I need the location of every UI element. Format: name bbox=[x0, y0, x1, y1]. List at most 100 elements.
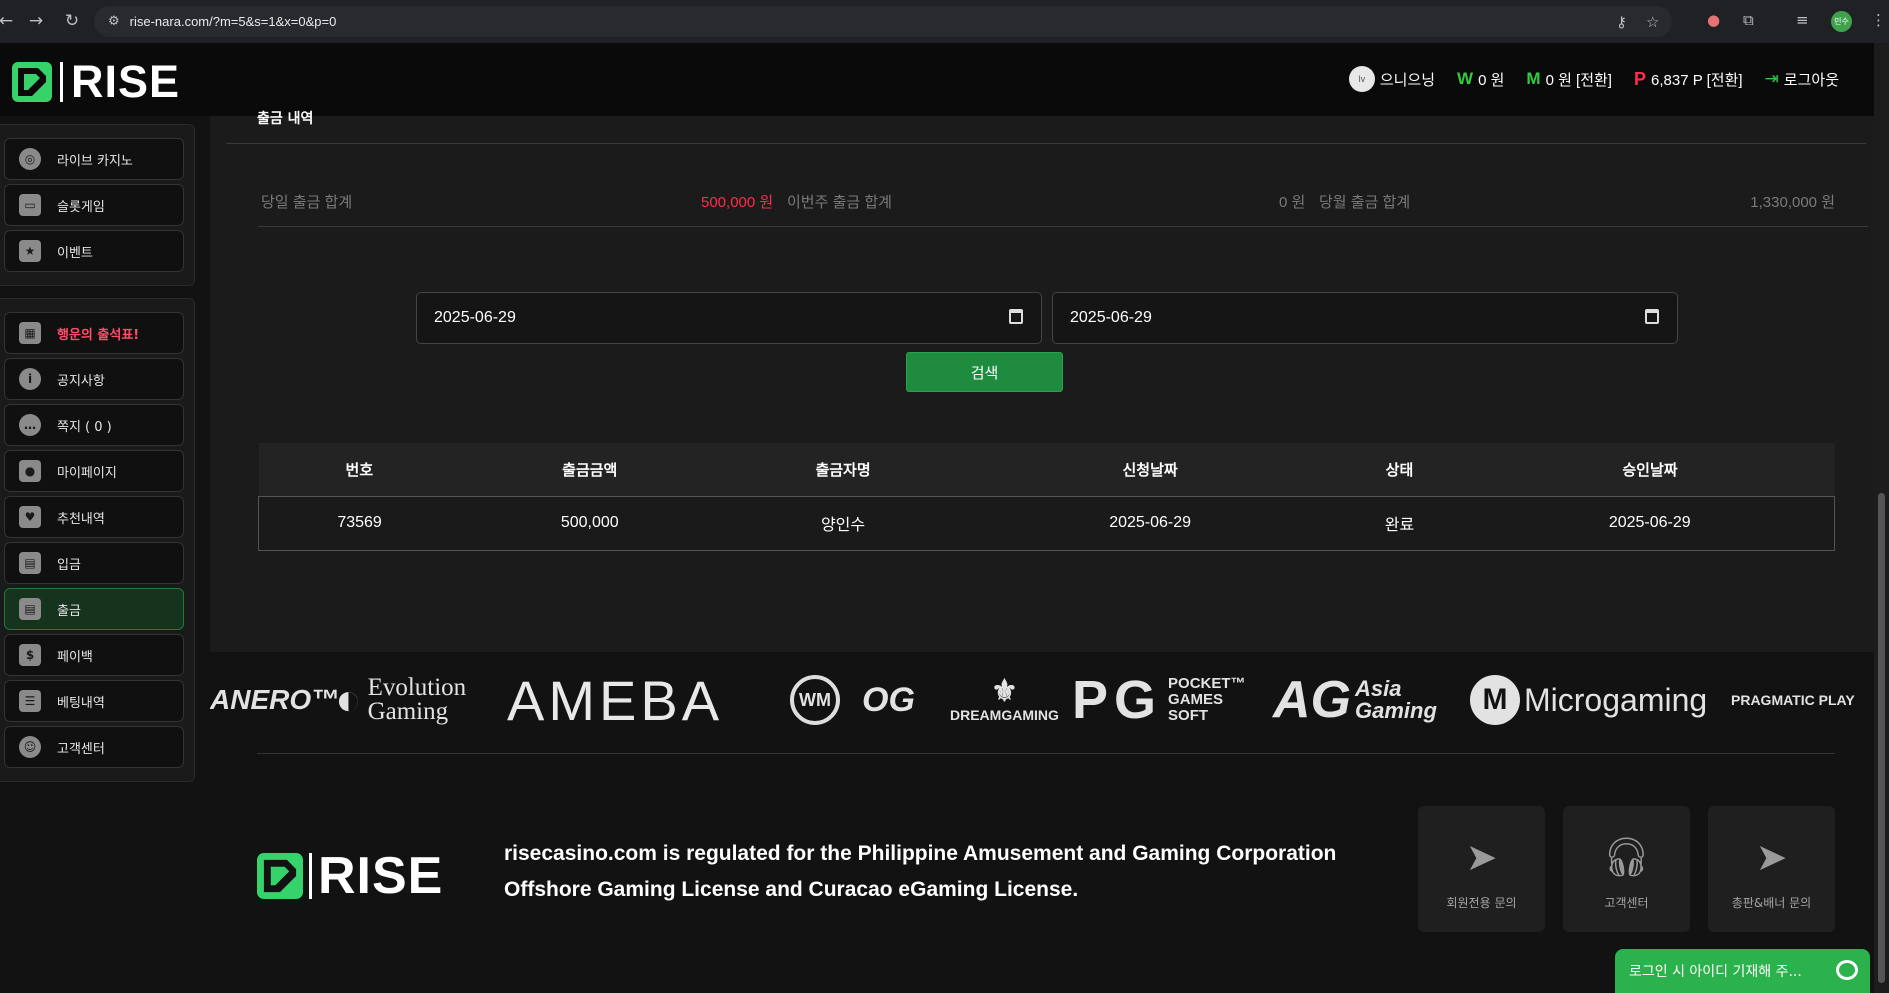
provider-name: OG bbox=[862, 680, 915, 719]
sidebar: ◎ 라이브 카지노 ▭ 슬롯게임 ★ 이벤트 ▦ 행운의 출석표! i 공지사항… bbox=[0, 124, 195, 794]
partner-inquiry-button[interactable]: ➤ 총판&배너 문의 bbox=[1708, 806, 1835, 932]
divider bbox=[258, 226, 1868, 227]
site-logo[interactable]: RISE bbox=[12, 59, 180, 104]
m-balance[interactable]: M 0 원 [전환] bbox=[1526, 69, 1612, 90]
site-header: RISE lv 으니으닝 W 0 원 M 0 원 [전환] P 6,837 P … bbox=[0, 43, 1889, 116]
sidebar-item-attendance[interactable]: ▦ 행운의 출석표! bbox=[4, 312, 184, 354]
coin-stack-icon: $ bbox=[19, 644, 41, 666]
nickname-text: 으니으닝 bbox=[1379, 71, 1436, 89]
sidebar-item-messages[interactable]: … 쪽지 ( 0 ) bbox=[4, 404, 184, 446]
provider-logo-pg: PG POCKET™ GAMES SOFT bbox=[1072, 660, 1246, 740]
logo-mark-icon bbox=[12, 62, 52, 102]
column-header: 출금자명 bbox=[719, 443, 967, 497]
provider-logos-strip: ANERO™ ◐ Evolution Gaming AMEBA WM OG ⚜ … bbox=[210, 660, 1889, 740]
sidebar-item-notice[interactable]: i 공지사항 bbox=[4, 358, 184, 400]
sidebar-item-event[interactable]: ★ 이벤트 bbox=[4, 230, 184, 272]
calendar-icon[interactable] bbox=[1009, 309, 1023, 324]
info-icon: i bbox=[19, 368, 41, 390]
won-icon: W bbox=[1457, 69, 1474, 88]
support-icon: ☺ bbox=[19, 736, 41, 758]
sidebar-item-label: 추천내역 bbox=[57, 511, 105, 527]
cell-request-date: 2025-06-29 bbox=[966, 495, 1334, 551]
provider-name: Microgaming bbox=[1524, 681, 1708, 718]
points-balance[interactable]: P 6,837 P [전환] bbox=[1634, 69, 1743, 90]
heart-icon: ♥ bbox=[19, 506, 41, 528]
chat-widget[interactable]: 로그인 시 아이디 기재해 주... bbox=[1615, 949, 1870, 993]
provider-name: Evolution Gaming bbox=[367, 674, 467, 725]
provider-name: DREAMGAMING bbox=[950, 707, 1059, 723]
column-header: 상태 bbox=[1333, 443, 1466, 497]
sidebar-item-support[interactable]: ☺ 고객센터 bbox=[4, 726, 184, 768]
section-title: 출금 내역 bbox=[257, 111, 314, 127]
wallet-in-icon: ▤ bbox=[19, 552, 41, 574]
sidebar-item-withdraw[interactable]: ▤ 출금 bbox=[4, 588, 184, 630]
today-total-label: 당일 출금 합계 bbox=[261, 194, 353, 211]
sidebar-item-mypage[interactable]: ● 마이페이지 bbox=[4, 450, 184, 492]
date-to-value: 2025-06-29 bbox=[1070, 309, 1152, 326]
slot-machine-icon: ▭ bbox=[19, 194, 41, 216]
week-total-value: 0 원 bbox=[1279, 194, 1306, 211]
won-balance-text: 0 원 bbox=[1478, 71, 1505, 89]
media-controls-icon[interactable]: ≡ bbox=[1796, 11, 1809, 29]
logout-link[interactable]: ⇥ 로그아웃 bbox=[1765, 69, 1839, 90]
browser-toolbar: ← → ↻ ⚙ rise-nara.com/?m=5&s=1&x=0&p=0 ⚷… bbox=[0, 0, 1889, 43]
page-scrollbar[interactable] bbox=[1874, 43, 1889, 993]
logout-text[interactable]: 로그아웃 bbox=[1784, 69, 1839, 90]
site-info-icon[interactable]: ⚙ bbox=[108, 14, 120, 29]
calendar-icon[interactable] bbox=[1645, 309, 1659, 324]
sidebar-item-label: 라이브 카지노 bbox=[57, 153, 133, 169]
m-balance-text[interactable]: 0 원 [전환] bbox=[1546, 69, 1612, 90]
contact-label: 회원전용 문의 bbox=[1446, 896, 1517, 910]
date-from-input[interactable]: 2025-06-29 bbox=[416, 292, 1042, 344]
provider-logo-dreamgaming: ⚜ DREAMGAMING bbox=[950, 660, 1059, 740]
divider bbox=[257, 753, 1835, 754]
profile-avatar[interactable]: 민수 bbox=[1831, 11, 1852, 32]
scrollbar-thumb[interactable] bbox=[1878, 493, 1885, 983]
column-header: 신청날짜 bbox=[966, 443, 1334, 497]
password-key-icon[interactable]: ⚷ bbox=[1616, 13, 1627, 31]
customer-center-button[interactable]: 🎧︎ 고객센터 bbox=[1563, 806, 1690, 932]
sidebar-item-label: 고객센터 bbox=[57, 741, 105, 757]
address-bar[interactable]: ⚙ rise-nara.com/?m=5&s=1&x=0&p=0 ⚷ ☆ bbox=[94, 6, 1672, 37]
dreamgaming-icon: ⚜ bbox=[990, 675, 1018, 708]
bookmark-star-icon[interactable]: ☆ bbox=[1646, 13, 1659, 31]
forward-icon[interactable]: → bbox=[22, 7, 50, 35]
points-text[interactable]: 6,837 P [전환] bbox=[1651, 69, 1743, 90]
sidebar-item-payback[interactable]: $ 페이백 bbox=[4, 634, 184, 676]
provider-name: PG bbox=[1072, 670, 1163, 730]
browser-menu-icon[interactable]: ⋮ bbox=[1871, 11, 1886, 29]
logout-icon: ⇥ bbox=[1764, 69, 1779, 88]
wallet-out-icon: ▤ bbox=[19, 598, 41, 620]
column-header: 출금금액 bbox=[460, 443, 720, 497]
license-text: risecasino.com is regulated for the Phil… bbox=[504, 842, 1337, 901]
week-total-label: 이번주 출금 합계 bbox=[787, 194, 892, 211]
m-icon: M bbox=[1526, 69, 1541, 88]
sidebar-group-games: ◎ 라이브 카지노 ▭ 슬롯게임 ★ 이벤트 bbox=[0, 124, 195, 286]
month-total-value: 1,330,000 원 bbox=[1750, 194, 1835, 211]
sidebar-item-referrals[interactable]: ♥ 추천내역 bbox=[4, 496, 184, 538]
sidebar-item-betting-history[interactable]: ☰ 베팅내역 bbox=[4, 680, 184, 722]
provider-logo-og: OG bbox=[862, 660, 915, 740]
provider-logo-ameba: AMEBA bbox=[507, 668, 724, 732]
level-badge-icon: lv bbox=[1348, 66, 1375, 92]
footer-logo: RISE bbox=[257, 850, 443, 902]
member-inquiry-button[interactable]: ➤ 회원전용 문의 bbox=[1418, 806, 1545, 932]
date-to-input[interactable]: 2025-06-29 bbox=[1052, 292, 1678, 344]
provider-logo-microgaming: M Microgaming bbox=[1470, 660, 1707, 740]
cell-status: 완료 bbox=[1333, 495, 1466, 551]
contact-label: 고객센터 bbox=[1604, 896, 1649, 910]
logo-mark-icon bbox=[257, 853, 303, 899]
back-icon[interactable]: ← bbox=[0, 7, 20, 35]
sidebar-item-deposit[interactable]: ▤ 입금 bbox=[4, 542, 184, 584]
search-button[interactable]: 검색 bbox=[906, 352, 1063, 392]
provider-name: POCKET™ GAMES SOFT bbox=[1168, 675, 1246, 724]
chat-label: 로그인 시 아이디 기재해 주... bbox=[1629, 964, 1802, 980]
sidebar-item-live-casino[interactable]: ◎ 라이브 카지노 bbox=[4, 138, 184, 180]
sidebar-item-slot-game[interactable]: ▭ 슬롯게임 bbox=[4, 184, 184, 226]
sidebar-item-label: 페이백 bbox=[57, 649, 93, 665]
chat-bubble-icon bbox=[1836, 960, 1858, 980]
extension-icon[interactable]: ● bbox=[1707, 11, 1720, 29]
provider-logo-anero: ANERO™ bbox=[210, 684, 340, 715]
reload-icon[interactable]: ↻ bbox=[58, 7, 86, 35]
extensions-puzzle-icon[interactable]: ⧉ bbox=[1743, 11, 1754, 29]
